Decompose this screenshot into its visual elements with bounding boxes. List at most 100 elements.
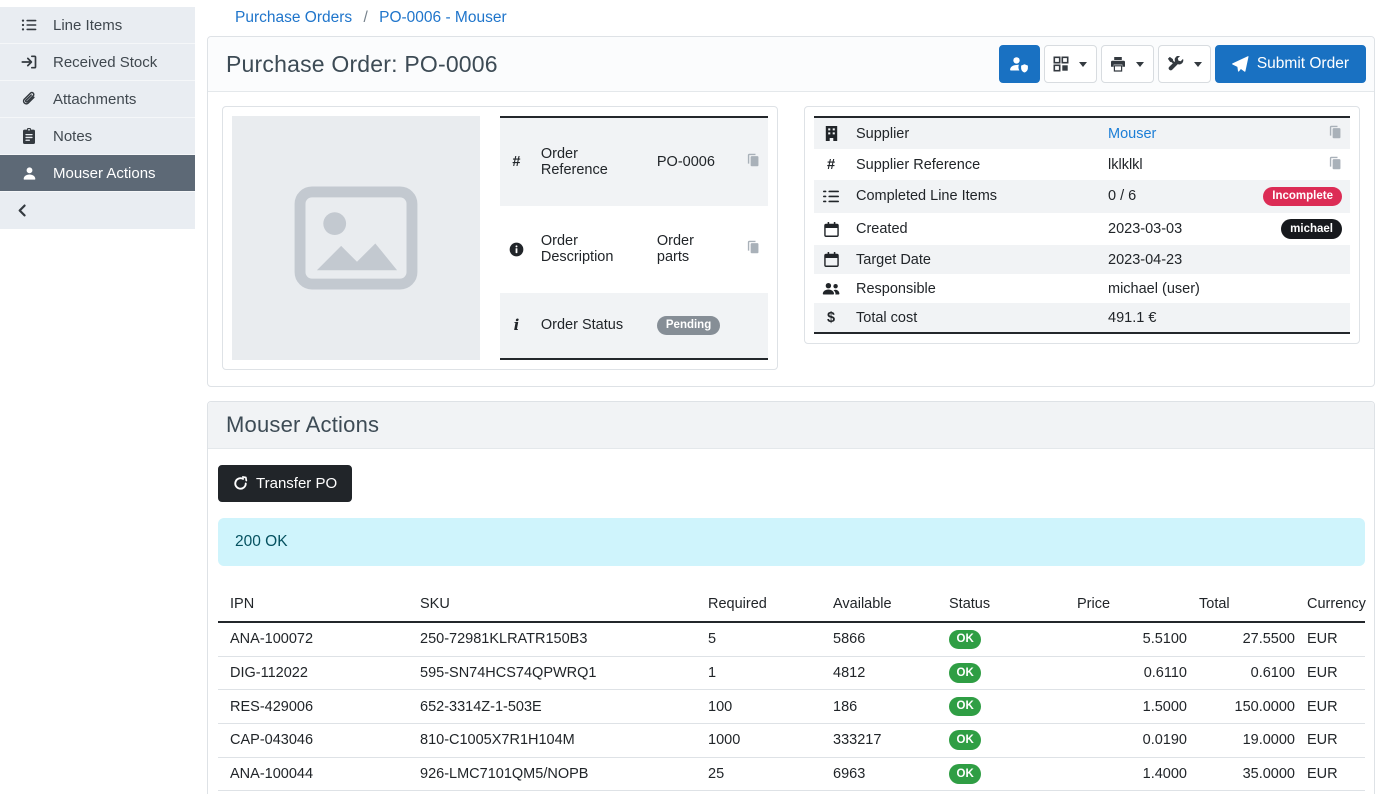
cell-price: 1.5000: [1077, 690, 1199, 724]
col-header-currency: Currency: [1307, 588, 1365, 622]
cell-total: 27.5500: [1199, 622, 1307, 656]
cell-sku: 810-C1005X7R1H104M: [420, 723, 708, 757]
sidebar-item-line-items[interactable]: Line Items: [0, 7, 195, 44]
detail-label: Order Reference: [533, 117, 649, 206]
detail-value: Order parts: [649, 206, 728, 293]
cell-required: 100: [708, 690, 833, 724]
detail-value: 491.1 €: [1100, 303, 1255, 333]
table-row: ANA-100044 926-LMC7101QM5/NOPB 25 6963 O…: [218, 757, 1365, 791]
purchase-order-panel-header: Purchase Order: PO-0006: [208, 37, 1374, 92]
breadcrumb-purchase-orders-link[interactable]: Purchase Orders: [235, 9, 352, 26]
detail-row-order-status: i Order Status Pending: [500, 293, 768, 359]
hash-icon: #: [512, 154, 520, 170]
mouser-actions-panel-header: Mouser Actions: [208, 402, 1374, 449]
app-root: Line Items Received Stock Attachments No…: [0, 0, 1383, 794]
cell-price: 5.5100: [1077, 622, 1199, 656]
cell-ipn: RES-429006: [218, 690, 420, 724]
image-icon: [293, 186, 419, 290]
detail-label: Order Description: [533, 206, 649, 293]
detail-row-total-cost: $ Total cost 491.1 €: [814, 303, 1350, 333]
detail-row-responsible: Responsible michael (user): [814, 274, 1350, 303]
dollar-icon: $: [827, 310, 835, 326]
cell-price: 0.0190: [1077, 723, 1199, 757]
detail-value: 2023-03-03: [1100, 213, 1255, 246]
building-icon: [825, 126, 838, 141]
sign-in-icon: [20, 54, 38, 70]
line-items-table: IPN SKU Required Available Status Price …: [218, 588, 1365, 794]
sidebar-item-label: Attachments: [53, 91, 136, 108]
detail-row-completed-line-items: Completed Line Items 0 / 6 Incomplete: [814, 180, 1350, 213]
ok-status-badge: OK: [949, 630, 981, 650]
detail-row-created: Created 2023-03-03 michael: [814, 213, 1350, 246]
sidebar-item-label: Mouser Actions: [53, 165, 156, 182]
cell-required: 1000: [708, 723, 833, 757]
col-header-ipn: IPN: [218, 588, 420, 622]
detail-label: Total cost: [848, 303, 1100, 333]
cell-required: 25: [708, 757, 833, 791]
cell-price: 0.6110: [1077, 656, 1199, 690]
user-shield-icon: [1009, 56, 1029, 73]
sidebar-item-notes[interactable]: Notes: [0, 118, 195, 155]
order-details-section: # Order Reference PO-0006 Order Descript…: [208, 92, 1374, 386]
user-badge: michael: [1281, 219, 1342, 239]
cell-required: 5: [708, 622, 833, 656]
header-actions: Submit Order: [999, 45, 1366, 83]
order-actions-dropdown[interactable]: [1158, 45, 1211, 83]
order-image-placeholder[interactable]: [232, 116, 480, 360]
detail-value: lklklkl: [1100, 149, 1255, 180]
tools-icon: [1167, 56, 1184, 72]
incomplete-badge: Incomplete: [1263, 187, 1342, 207]
copy-icon[interactable]: [1329, 156, 1342, 170]
cell-required: 1: [708, 656, 833, 690]
detail-value: michael (user): [1100, 274, 1255, 303]
note-icon: [20, 128, 38, 144]
sidebar-item-mouser-actions[interactable]: Mouser Actions: [0, 155, 195, 192]
cell-price: 1.4000: [1077, 757, 1199, 791]
page-title: Purchase Order: PO-0006: [226, 51, 498, 78]
order-summary-card: # Order Reference PO-0006 Order Descript…: [222, 106, 778, 370]
col-header-price: Price: [1077, 588, 1199, 622]
breadcrumb-current-link[interactable]: PO-0006 - Mouser: [379, 9, 507, 26]
chevron-down-icon: [1079, 62, 1087, 67]
cell-currency: EUR: [1307, 723, 1365, 757]
order-details-table: # Order Reference PO-0006 Order Descript…: [500, 116, 768, 360]
copy-icon[interactable]: [1329, 125, 1342, 139]
cell-currency: EUR: [1307, 690, 1365, 724]
sidebar-item-attachments[interactable]: Attachments: [0, 81, 195, 118]
sidebar-collapse-button[interactable]: [0, 192, 195, 229]
cell-available: 333217: [833, 723, 949, 757]
calendar-icon: [824, 252, 839, 267]
col-header-total: Total: [1199, 588, 1307, 622]
sidebar-item-label: Received Stock: [53, 54, 157, 71]
copy-icon[interactable]: [747, 240, 760, 254]
ok-status-badge: OK: [949, 730, 981, 750]
submit-order-button[interactable]: Submit Order: [1215, 45, 1366, 83]
detail-label: Responsible: [848, 274, 1100, 303]
col-header-sku: SKU: [420, 588, 708, 622]
qrcode-icon: [1053, 56, 1069, 72]
cell-ipn: ANA-100044: [218, 757, 420, 791]
cell-sku: 652-3314Z-1-503E: [420, 690, 708, 724]
cell-total: 19.0000: [1199, 723, 1307, 757]
transfer-po-button[interactable]: Transfer PO: [218, 465, 352, 502]
copy-icon[interactable]: [747, 153, 760, 167]
user-permissions-button[interactable]: [999, 45, 1040, 83]
cell-available: 5866: [833, 622, 949, 656]
cell-currency: EUR: [1307, 656, 1365, 690]
detail-row-order-reference: # Order Reference PO-0006: [500, 117, 768, 206]
paperclip-icon: [20, 91, 38, 107]
print-actions-dropdown[interactable]: [1101, 45, 1154, 83]
sidebar-item-label: Line Items: [53, 17, 122, 34]
detail-label: Target Date: [848, 245, 1100, 274]
sidebar-item-received-stock[interactable]: Received Stock: [0, 44, 195, 81]
detail-row-target-date: Target Date 2023-04-23: [814, 245, 1350, 274]
chevron-left-icon: [15, 203, 30, 218]
info-circle-icon: [509, 242, 524, 257]
col-header-required: Required: [708, 588, 833, 622]
table-row: ANA-100072 250-72981KLRATR150B3 5 5866 O…: [218, 622, 1365, 656]
barcode-actions-dropdown[interactable]: [1044, 45, 1097, 83]
supplier-link[interactable]: Mouser: [1108, 126, 1156, 142]
detail-row-order-description: Order Description Order parts: [500, 206, 768, 293]
cell-available: 4812: [833, 656, 949, 690]
cell-available: 186: [833, 690, 949, 724]
